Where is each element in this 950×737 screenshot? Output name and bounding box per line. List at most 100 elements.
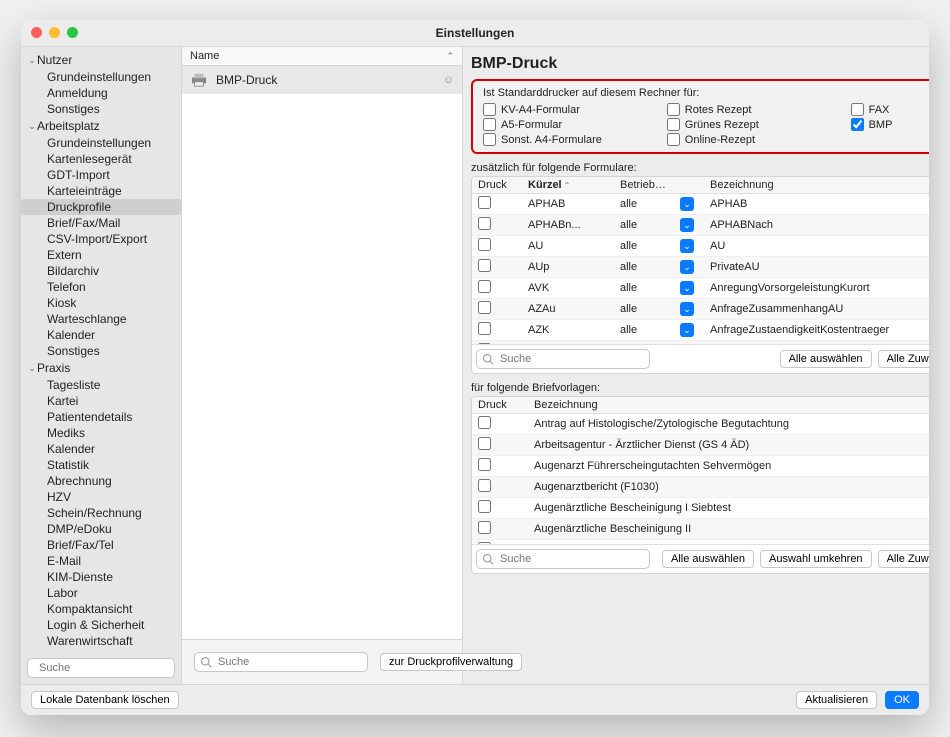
sidebar-item[interactable]: Schein/Rechnung	[21, 505, 181, 521]
sidebar-item[interactable]: Karteieinträge	[21, 183, 181, 199]
row-checkbox[interactable]	[478, 259, 491, 272]
ok-button[interactable]: OK	[885, 691, 919, 709]
row-checkbox[interactable]	[478, 343, 491, 344]
default-printer-option[interactable]: A5-Formular	[483, 118, 649, 131]
list-search[interactable]	[194, 652, 368, 672]
sidebar-item[interactable]: HZV	[21, 489, 181, 505]
profile-list-row[interactable]: BMP-Druck☺	[182, 66, 462, 94]
sidebar-item[interactable]: Labor	[21, 585, 181, 601]
sidebar-item[interactable]: Kompaktansicht	[21, 601, 181, 617]
sidebar-item[interactable]: Brief/Fax/Mail	[21, 215, 181, 231]
table-row[interactable]: Antrag auf Histologische/Zytologische Be…	[472, 414, 929, 435]
row-checkbox[interactable]	[478, 238, 491, 251]
dropdown-icon[interactable]: ⌄	[680, 260, 694, 274]
table-row[interactable]: Augenärztliche Bescheinigung I Siebtest	[472, 498, 929, 519]
sidebar-item[interactable]: Kiosk	[21, 295, 181, 311]
forms-search[interactable]	[476, 349, 650, 369]
forms-search-input[interactable]	[498, 352, 644, 366]
sidebar-item[interactable]: Kalender	[21, 441, 181, 457]
sidebar-search-input[interactable]	[37, 661, 183, 675]
col-kuerzel[interactable]: Kürzel⌃	[522, 177, 614, 193]
table-row[interactable]: AUalle⌄AU	[472, 236, 929, 257]
sidebar-item[interactable]: CSV-Import/Export	[21, 231, 181, 247]
sidebar-item[interactable]: Druckprofile	[21, 199, 181, 215]
sidebar-search[interactable]	[27, 658, 175, 678]
table-row[interactable]: Augenarzt Führerscheingutachten Sehvermö…	[472, 456, 929, 477]
col-betriebsstaette[interactable]: Betriebsstätte	[614, 177, 674, 193]
letters-clear-all-button[interactable]: Alle Zuweisungen löschen	[878, 550, 929, 568]
sidebar-item[interactable]: Grundeinstellungen	[21, 135, 181, 151]
sidebar-group[interactable]: ⌄Praxis	[21, 359, 181, 377]
gear-icon[interactable]: ☺	[443, 74, 454, 86]
sidebar-item[interactable]: Login & Sicherheit	[21, 617, 181, 633]
table-row[interactable]: Augenärztliche Bescheinigung II	[472, 519, 929, 540]
sidebar-item[interactable]: Kartei	[21, 393, 181, 409]
dropdown-icon[interactable]: ⌄	[680, 239, 694, 253]
default-printer-option[interactable]: Online-Rezept	[667, 133, 833, 146]
checkbox[interactable]	[483, 133, 496, 146]
sidebar-item[interactable]: Kartenlesegerät	[21, 151, 181, 167]
table-row[interactable]: Arbeitsagentur - Ärztlicher Dienst (GS 4…	[472, 435, 929, 456]
table-row[interactable]: AZAualle⌄AnfrageZusammenhangAU	[472, 299, 929, 320]
letters-invert-button[interactable]: Auswahl umkehren	[760, 550, 872, 568]
table-row[interactable]: AbrScheinalle⌄Abrechnungsschein	[472, 341, 929, 344]
table-row[interactable]: Augenarztbericht (F1030)	[472, 477, 929, 498]
default-printer-option[interactable]: KV-A4-Formular	[483, 103, 649, 116]
default-printer-option[interactable]: Sonst. A4-Formulare	[483, 133, 649, 146]
sidebar-item[interactable]: Warenwirtschaft	[21, 633, 181, 649]
row-checkbox[interactable]	[478, 458, 491, 471]
row-checkbox[interactable]	[478, 437, 491, 450]
checkbox[interactable]	[483, 118, 496, 131]
forms-select-all-button[interactable]: Alle auswählen	[780, 350, 872, 368]
letters-search-input[interactable]	[498, 552, 644, 566]
sidebar-item[interactable]: Extern	[21, 247, 181, 263]
sidebar-item[interactable]: Bildarchiv	[21, 263, 181, 279]
zoom-icon[interactable]	[67, 27, 78, 38]
dropdown-icon[interactable]: ⌄	[680, 218, 694, 232]
default-printer-option[interactable]: FAX	[851, 103, 929, 116]
row-checkbox[interactable]	[478, 301, 491, 314]
sidebar-item[interactable]: Brief/Fax/Tel	[21, 537, 181, 553]
checkbox[interactable]	[667, 103, 680, 116]
sidebar-item[interactable]: Statistik	[21, 457, 181, 473]
table-row[interactable]: AVKalle⌄AnregungVorsorgeleistungKurort	[472, 278, 929, 299]
refresh-button[interactable]: Aktualisieren	[796, 691, 877, 709]
dropdown-icon[interactable]: ⌄	[680, 302, 694, 316]
sidebar-item[interactable]: E-Mail	[21, 553, 181, 569]
checkbox[interactable]	[851, 103, 864, 116]
sidebar-item[interactable]: Kalender	[21, 327, 181, 343]
sidebar-item[interactable]: Sonstiges	[21, 343, 181, 359]
row-checkbox[interactable]	[478, 542, 491, 544]
col-bezeichnung[interactable]: Bezeichnung	[704, 177, 929, 193]
sidebar-item[interactable]: Telefon	[21, 279, 181, 295]
col-druck[interactable]: Druck	[472, 397, 528, 413]
forms-clear-all-button[interactable]: Alle Zuweisungen löschen	[878, 350, 929, 368]
row-checkbox[interactable]	[478, 322, 491, 335]
sidebar-item[interactable]: Patientendetails	[21, 409, 181, 425]
row-checkbox[interactable]	[478, 479, 491, 492]
sidebar-item[interactable]: Datenschutz	[21, 649, 181, 652]
letters-select-all-button[interactable]: Alle auswählen	[662, 550, 754, 568]
table-row[interactable]: AUpalle⌄PrivateAU	[472, 257, 929, 278]
letters-table-body[interactable]: Antrag auf Histologische/Zytologische Be…	[472, 414, 929, 544]
minimize-icon[interactable]	[49, 27, 60, 38]
default-printer-option[interactable]: Rotes Rezept	[667, 103, 833, 116]
sidebar-item[interactable]: Warteschlange	[21, 311, 181, 327]
row-checkbox[interactable]	[478, 217, 491, 230]
dropdown-icon[interactable]: ⌄	[680, 197, 694, 211]
sidebar-item[interactable]: Grundeinstellungen	[21, 69, 181, 85]
col-druck[interactable]: Druck	[472, 177, 522, 193]
list-search-input[interactable]	[216, 655, 362, 669]
dropdown-icon[interactable]: ⌄	[680, 323, 694, 337]
table-row[interactable]: Ausführliche Auskunft Augen	[472, 540, 929, 544]
row-checkbox[interactable]	[478, 196, 491, 209]
row-checkbox[interactable]	[478, 280, 491, 293]
sidebar-item[interactable]: DMP/eDoku	[21, 521, 181, 537]
row-checkbox[interactable]	[478, 416, 491, 429]
row-checkbox[interactable]	[478, 500, 491, 513]
table-row[interactable]: APHABalle⌄APHAB	[472, 194, 929, 215]
sidebar-item[interactable]: KIM-Dienste	[21, 569, 181, 585]
dropdown-icon[interactable]: ⌄	[680, 281, 694, 295]
delete-local-db-button[interactable]: Lokale Datenbank löschen	[31, 691, 179, 709]
row-checkbox[interactable]	[478, 521, 491, 534]
